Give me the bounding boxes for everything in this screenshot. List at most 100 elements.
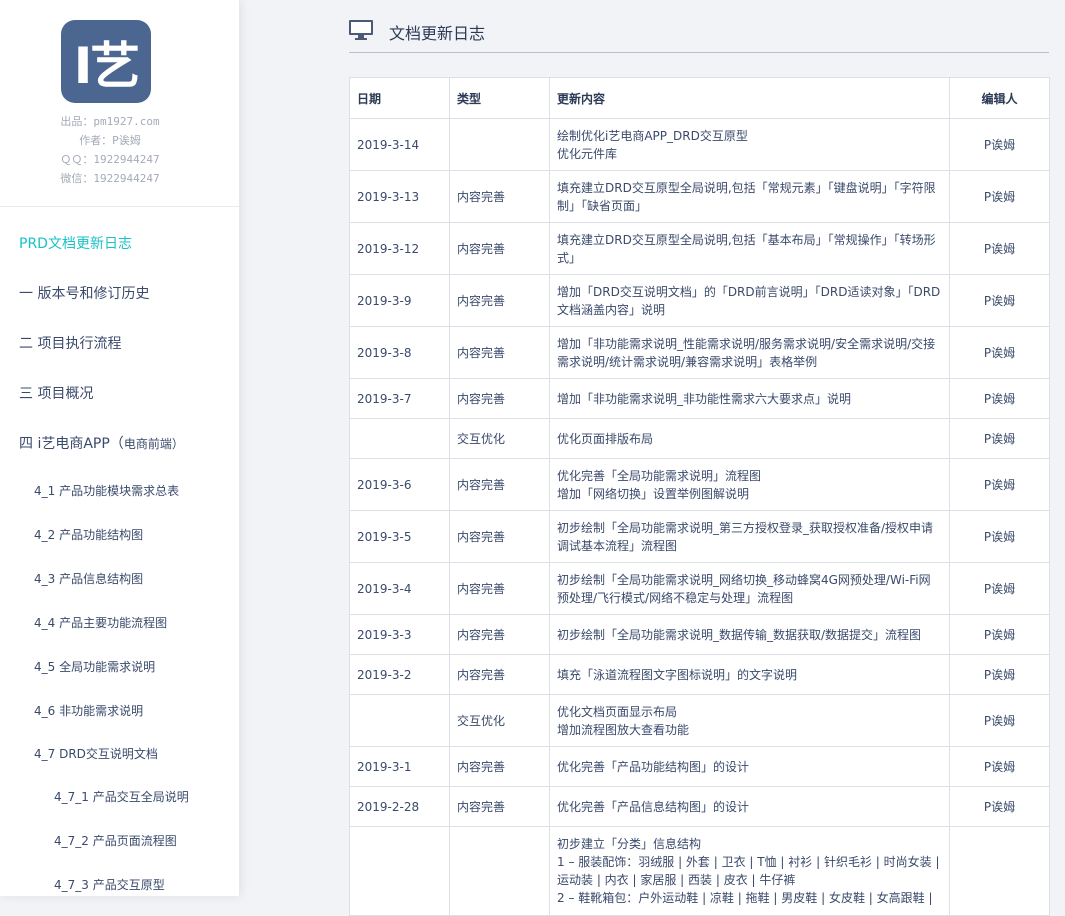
content-line: 1 – 服装配饰：羽绒服 | 外套 | 卫衣 | T恤 | 衬衫 | 针织毛衫 … [557, 855, 940, 887]
page-header: 文档更新日志 [349, 16, 1049, 53]
cell-type: 内容完善 [449, 458, 550, 511]
cell-editor: P诶姆 [949, 562, 1050, 615]
nav-item-app[interactable]: 四 i艺电商APP（电商前端） [19, 433, 184, 453]
content-line: 增加流程图放大查看功能 [557, 722, 690, 737]
cell-date: 2019-3-8 [349, 326, 450, 379]
cell-date: 2019-3-14 [349, 118, 450, 171]
cell-content: 初步绘制「全局功能需求说明_网络切换_移动蜂窝4G网预处理/Wi-Fi网预处理/… [549, 562, 950, 615]
cell-date: 2019-3-2 [349, 654, 450, 695]
table-row: 2019-3-2 内容完善 填充「泳道流程图文字图标说明」的文字说明 P诶姆 [349, 654, 1050, 695]
content-line: 优化完善「产品信息结构图」的设计 [557, 799, 750, 814]
cell-type [449, 118, 550, 171]
content-line: 绘制优化i艺电商APP_DRD交互原型 [557, 128, 748, 143]
cell-date: 2019-3-1 [349, 746, 450, 787]
content-line: 初步建立「分类」信息结构 [557, 837, 702, 851]
table-header-row: 日期 类型 更新内容 编辑人 [349, 77, 1050, 119]
nav-item-4-7[interactable]: 4_7 DRD交互说明文档 [34, 745, 158, 762]
cell-type: 内容完善 [449, 170, 550, 223]
nav-item-prd-log[interactable]: PRD文档更新日志 [19, 233, 132, 253]
cell-editor: P诶姆 [949, 786, 1050, 827]
content-line: 增加「DRD交互说明文档」的「DRD前言说明」「DRD适读对象」「DRD文档涵盖… [557, 284, 941, 317]
nav-item-4-5[interactable]: 4_5 全局功能需求说明 [34, 658, 155, 675]
content-line: 初步绘制「全局功能需求说明_第三方授权登录_获取授权准备/授权申请调试基本流程」… [557, 520, 934, 553]
column-header-editor: 编辑人 [949, 77, 1050, 119]
cell-date: 2019-3-12 [349, 222, 450, 275]
cell-date: 2019-3-7 [349, 378, 450, 419]
cell-type: 内容完善 [449, 274, 550, 327]
monitor-icon [349, 20, 373, 40]
nav-item-project-overview[interactable]: 三 项目概况 [19, 383, 93, 403]
cell-editor [949, 826, 1050, 916]
nav-item-4-4[interactable]: 4_4 产品主要功能流程图 [34, 614, 167, 631]
cell-date: 2019-2-28 [349, 786, 450, 827]
table-row: 2019-3-12 内容完善 填充建立DRD交互原型全局说明,包括「基本布局」「常规… [349, 222, 1050, 275]
table-row: 2019-3-4 内容完善 初步绘制「全局功能需求说明_网络切换_移动蜂窝4G网预处… [349, 562, 1050, 615]
nav-item-4-7-3[interactable]: 4_7_3 产品交互原型 [54, 876, 165, 893]
cell-content: 优化文档页面显示布局 增加流程图放大查看功能 [549, 694, 950, 747]
cell-editor: P诶姆 [949, 418, 1050, 459]
cell-content: 填充建立DRD交互原型全局说明,包括「基本布局」「常规操作」「转场形式」 [549, 222, 950, 275]
content-line: 优化元件库 [557, 146, 618, 161]
column-header-date: 日期 [349, 77, 450, 119]
table-row: 2019-3-1 内容完善 优化完善「产品功能结构图」的设计 P诶姆 [349, 746, 1050, 787]
content-line: 优化文档页面显示布局 [557, 704, 678, 719]
table-row: 2019-2-28 内容完善 优化完善「产品信息结构图」的设计 P诶姆 [349, 786, 1050, 827]
cell-content: 初步绘制「全局功能需求说明_数据传输_数据获取/数据提交」流程图 [549, 614, 950, 655]
cell-content: 填充建立DRD交互原型全局说明,包括「常规元素」「键盘说明」「字符限制」「缺省页… [549, 170, 950, 223]
cell-editor: P诶姆 [949, 222, 1050, 275]
table-row: 2019-3-9 内容完善 增加「DRD交互说明文档」的「DRD前言说明」「DRD适… [349, 274, 1050, 327]
cell-editor: P诶姆 [949, 458, 1050, 511]
nav-item-app-suffix: 电商前端） [123, 437, 184, 451]
cell-date [349, 418, 450, 459]
nav-item-4-2[interactable]: 4_2 产品功能结构图 [34, 526, 143, 543]
content-line: 优化完善「产品功能结构图」的设计 [557, 759, 750, 774]
nav-item-project-flow[interactable]: 二 项目执行流程 [19, 333, 121, 353]
cell-editor: P诶姆 [949, 654, 1050, 695]
table-row: 2019-3-6 内容完善 优化完善「全局功能需求说明」流程图 增加「网络切换」设置举… [349, 458, 1050, 511]
nav-item-app-label: 四 i艺电商APP（ [19, 436, 124, 452]
column-header-content: 更新内容 [549, 77, 950, 119]
cell-content: 优化完善「产品信息结构图」的设计 [549, 786, 950, 827]
changelog-table: 日期 类型 更新内容 编辑人 2019-3-14 绘制优化i艺电商APP_DRD交… [349, 77, 1050, 916]
cell-editor: P诶姆 [949, 614, 1050, 655]
meta-qq: ＱＱ：1922944247 [60, 153, 160, 166]
table-row: 初步建立「分类」信息结构 1 – 服装配饰：羽绒服 | 外套 | 卫衣 | T恤 … [349, 826, 1050, 916]
cell-content: 增加「DRD交互说明文档」的「DRD前言说明」「DRD适读对象」「DRD文档涵盖… [549, 274, 950, 327]
content-line: 增加「非功能需求说明_非功能性需求六大要求点」说明 [557, 391, 852, 406]
cell-editor: P诶姆 [949, 694, 1050, 747]
cell-type: 内容完善 [449, 326, 550, 379]
cell-editor: P诶姆 [949, 746, 1050, 787]
nav-item-4-3[interactable]: 4_3 产品信息结构图 [34, 570, 143, 587]
cell-editor: P诶姆 [949, 326, 1050, 379]
table-row: 2019-3-3 内容完善 初步绘制「全局功能需求说明_数据传输_数据获取/数据提交… [349, 614, 1050, 655]
content-line: 填充建立DRD交互原型全局说明,包括「常规元素」「键盘说明」「字符限制」「缺省页… [557, 180, 936, 213]
table-row: 2019-3-13 内容完善 填充建立DRD交互原型全局说明,包括「常规元素」「键盘… [349, 170, 1050, 223]
cell-content: 填充「泳道流程图文字图标说明」的文字说明 [549, 654, 950, 695]
table-row: 交互优化 优化页面排版布局 P诶姆 [349, 418, 1050, 459]
cell-content: 初步建立「分类」信息结构 1 – 服装配饰：羽绒服 | 外套 | 卫衣 | T恤 … [549, 826, 950, 916]
column-header-type: 类型 [449, 77, 550, 119]
cell-date: 2019-3-5 [349, 510, 450, 563]
nav-item-4-7-2[interactable]: 4_7_2 产品页面流程图 [54, 832, 177, 849]
content-line: 填充建立DRD交互原型全局说明,包括「基本布局」「常规操作」「转场形式」 [557, 232, 936, 265]
content-line: 增加「网络切换」设置举例图解说明 [557, 486, 750, 501]
sidebar-divider [0, 206, 239, 207]
content-line: 2 – 鞋靴箱包：户外运动鞋 | 凉鞋 | 拖鞋 | 男皮鞋 | 女皮鞋 | 女… [557, 891, 933, 905]
nav-item-4-1[interactable]: 4_1 产品功能模块需求总表 [34, 482, 179, 499]
content-line: 初步绘制「全局功能需求说明_网络切换_移动蜂窝4G网预处理/Wi-Fi网预处理/… [557, 572, 931, 605]
nav-item-version-history[interactable]: 一 版本号和修订历史 [19, 283, 149, 303]
cell-type: 内容完善 [449, 614, 550, 655]
meta-site: 出品：pm1927.com [60, 115, 160, 128]
nav-item-4-6[interactable]: 4_6 非功能需求说明 [34, 702, 143, 719]
changelog-body: 2019-3-14 绘制优化i艺电商APP_DRD交互原型 优化元件库 P诶姆 2019… [349, 118, 1050, 916]
cell-content: 优化完善「全局功能需求说明」流程图 增加「网络切换」设置举例图解说明 [549, 458, 950, 511]
content-line: 优化页面排版布局 [557, 431, 654, 446]
meta-author: 作者：P诶姆 [79, 134, 141, 147]
cell-content: 初步绘制「全局功能需求说明_第三方授权登录_获取授权准备/授权申请调试基本流程」… [549, 510, 950, 563]
cell-type [449, 826, 550, 916]
content-line: 填充「泳道流程图文字图标说明」的文字说明 [557, 667, 798, 682]
cell-type: 交互优化 [449, 694, 550, 747]
nav-item-4-7-1[interactable]: 4_7_1 产品交互全局说明 [54, 788, 189, 805]
cell-date: 2019-3-13 [349, 170, 450, 223]
cell-date: 2019-3-6 [349, 458, 450, 511]
